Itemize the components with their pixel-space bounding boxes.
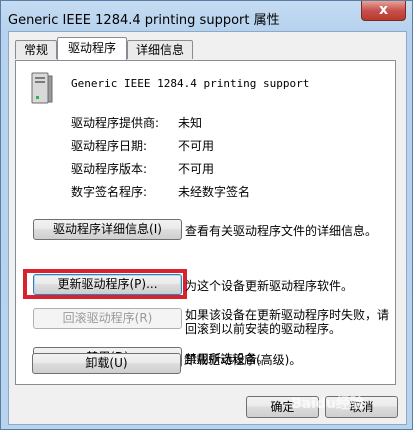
window-title: Generic IEEE 1284.4 printing support 属性 — [8, 13, 280, 28]
version-label: 驱动程序版本: — [71, 162, 148, 176]
close-button[interactable]: x — [361, 1, 406, 21]
date-label: 驱动程序日期: — [71, 139, 148, 153]
properties-window: Generic IEEE 1284.4 printing support 属性 … — [0, 0, 413, 430]
dialog-client-area: 常规 驱动程序 详细信息 Generic IEEE 1284.4 printin… — [8, 31, 407, 425]
update-driver-button[interactable]: 更新驱动程序(P)... — [33, 274, 182, 295]
printer-device-icon — [31, 72, 53, 104]
provider-value: 未知 — [178, 116, 203, 130]
driver-details-description: 查看有关驱动程序文件的详细信息。 — [185, 224, 378, 238]
uninstall-description: 卸载驱动程序(高级)。 — [184, 353, 302, 367]
date-value: 不可用 — [178, 139, 215, 153]
tab-details[interactable]: 详细信息 — [127, 40, 193, 59]
update-driver-description: 为这个设备更新驱动程序软件。 — [185, 279, 354, 293]
driver-tab-panel: Generic IEEE 1284.4 printing support 驱动程… — [15, 60, 396, 385]
tab-general[interactable]: 常规 — [15, 40, 57, 59]
signer-value: 未经数字签名 — [178, 185, 251, 199]
driver-details-button[interactable]: 驱动程序详细信息(I) — [33, 219, 182, 240]
uninstall-button[interactable]: 卸载(U) — [32, 353, 181, 374]
provider-label: 驱动程序提供商: — [71, 116, 160, 130]
tab-driver[interactable]: 驱动程序 — [57, 37, 127, 60]
rollback-driver-description-line2: 回滚到以前安装的驱动程序。 — [185, 322, 342, 336]
watermark: Baidu经验 — [291, 396, 364, 412]
device-name: Generic IEEE 1284.4 printing support — [71, 77, 310, 90]
title-bar[interactable]: Generic IEEE 1284.4 printing support 属性 … — [1, 1, 412, 31]
signer-label: 数字签名程序: — [71, 185, 148, 199]
rollback-driver-button[interactable]: 回滚驱动程序(R) — [33, 308, 182, 329]
version-value: 不可用 — [178, 162, 215, 176]
